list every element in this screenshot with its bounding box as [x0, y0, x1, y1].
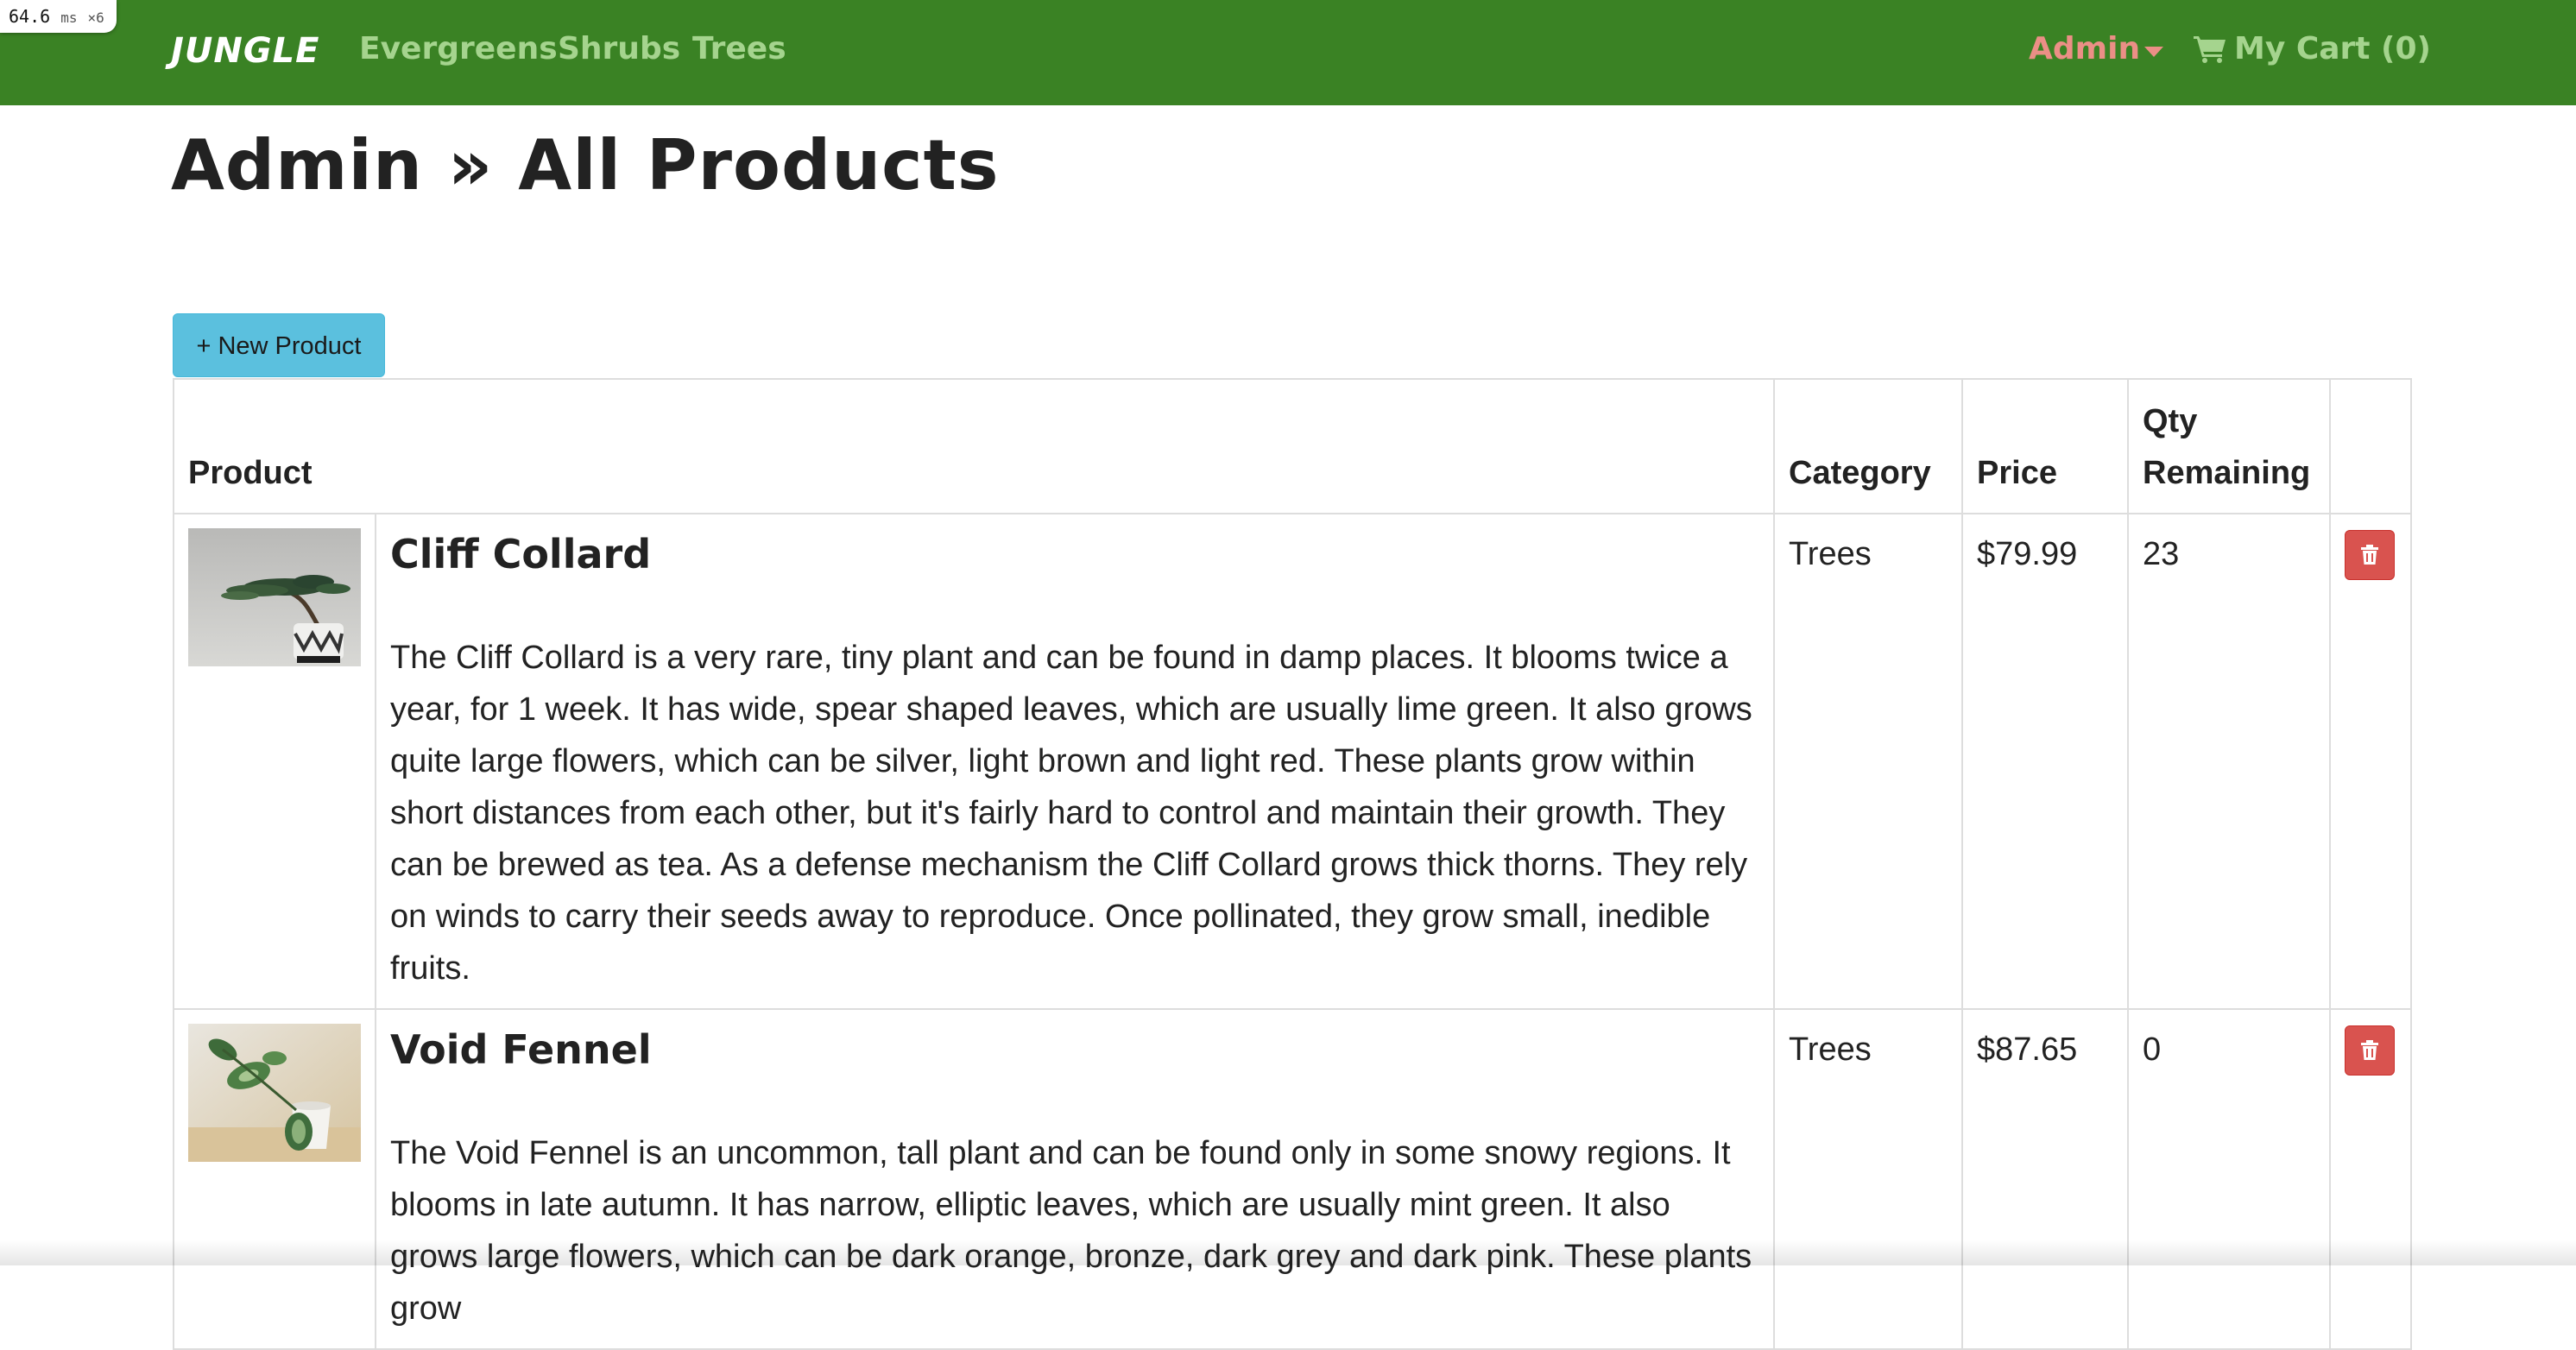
- cart-label: My Cart (0): [2234, 31, 2431, 66]
- thumb-cell: [173, 1008, 376, 1350]
- header-actions: [2329, 378, 2412, 514]
- trash-icon: [2361, 1040, 2378, 1060]
- perf-multiplier: ×6: [87, 9, 104, 26]
- product-description: The Void Fennel is an uncommon, tall pla…: [390, 1135, 1752, 1327]
- admin-dropdown[interactable]: Admin: [2029, 31, 2140, 66]
- potted-leaf-thumbnail: [188, 1024, 361, 1162]
- product-name[interactable]: Void Fennel: [390, 1024, 1759, 1076]
- thumb-cell: [173, 513, 376, 1010]
- brand-logo[interactable]: JUNGLE: [171, 31, 319, 71]
- nav-link-evergreens[interactable]: Evergreens: [359, 31, 558, 66]
- new-product-button[interactable]: + New Product: [173, 313, 385, 377]
- product-name[interactable]: Cliff Collard: [390, 528, 1759, 580]
- header-category: Category: [1773, 378, 1963, 514]
- product-info-cell: Cliff Collard The Cliff Collard is a ver…: [375, 513, 1775, 1010]
- product-category: Trees: [1773, 1008, 1963, 1350]
- perf-badge: 64.6 ms ×6: [0, 0, 117, 33]
- header-product: Product: [173, 378, 1775, 514]
- product-qty: 23: [2127, 513, 2331, 1010]
- navbar: JUNGLE Evergreens Shrubs Trees Admin My …: [0, 0, 2576, 105]
- delete-button[interactable]: [2345, 1025, 2395, 1076]
- table-header-row: Product Category Price Qty Remaining: [173, 378, 2412, 514]
- perf-value: 64.6: [9, 6, 51, 27]
- shopping-cart-icon: [2194, 35, 2226, 63]
- table-row: Void Fennel The Void Fennel is an uncomm…: [173, 1008, 2412, 1350]
- product-info-cell: Void Fennel The Void Fennel is an uncomm…: [375, 1008, 1775, 1350]
- delete-button[interactable]: [2345, 530, 2395, 580]
- nav-link-trees[interactable]: Trees: [692, 31, 786, 66]
- header-qty-remaining: Qty Remaining: [2127, 378, 2331, 514]
- products-table: Product Category Price Qty Remaining Cli…: [173, 378, 2412, 1350]
- products-table-wrap: Product Category Price Qty Remaining Cli…: [173, 378, 2412, 1350]
- product-description: The Cliff Collard is a very rare, tiny p…: [390, 640, 1752, 987]
- actions-cell: [2329, 1008, 2412, 1350]
- product-price: $87.65: [1961, 1008, 2129, 1350]
- product-price: $79.99: [1961, 513, 2129, 1010]
- trash-icon: [2361, 545, 2378, 565]
- bonsai-tree-thumbnail: [188, 528, 361, 666]
- product-category: Trees: [1773, 513, 1963, 1010]
- perf-unit: ms: [60, 9, 78, 26]
- actions-cell: [2329, 513, 2412, 1010]
- table-row: Cliff Collard The Cliff Collard is a ver…: [173, 513, 2412, 1010]
- my-cart-link[interactable]: My Cart (0): [2193, 31, 2431, 66]
- caret-down-icon[interactable]: [2144, 47, 2163, 57]
- header-price: Price: [1961, 378, 2129, 514]
- page-title: Admin » All Products: [171, 125, 1000, 205]
- nav-link-shrubs[interactable]: Shrubs: [558, 31, 680, 66]
- product-qty: 0: [2127, 1008, 2331, 1350]
